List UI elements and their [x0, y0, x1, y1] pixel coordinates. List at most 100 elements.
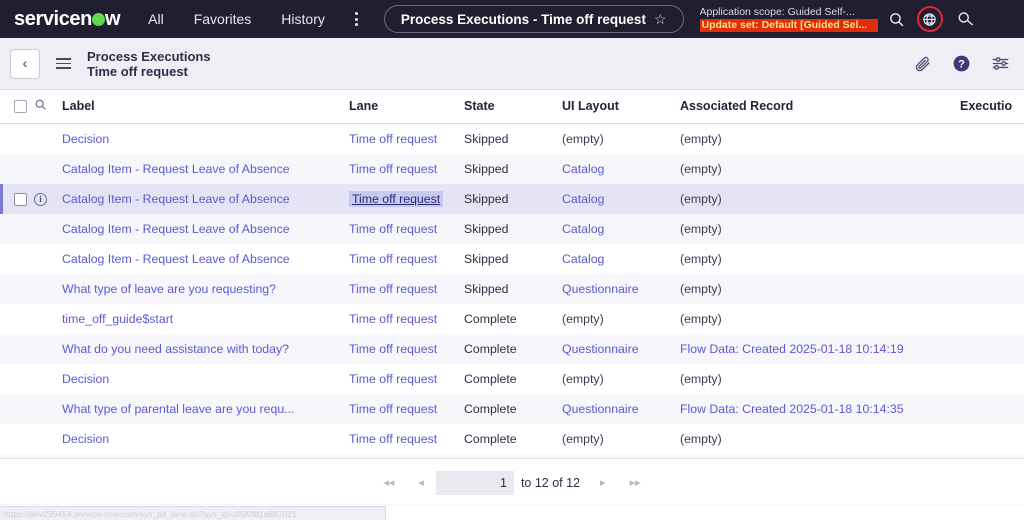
back-button[interactable]: ‹	[10, 48, 40, 79]
cell-lane-text[interactable]: Time off request	[349, 282, 437, 296]
table-row[interactable]: What type of parental leave are you requ…	[0, 394, 1024, 424]
row-select-cell[interactable]	[0, 334, 34, 364]
cell-label[interactable]: What do you need assistance with today?	[62, 334, 349, 364]
row-info-cell[interactable]	[34, 214, 62, 244]
previous-page-button[interactable]: ◂	[406, 476, 436, 489]
search-icon[interactable]	[34, 98, 47, 111]
cell-lane-text[interactable]: Time off request	[349, 372, 437, 386]
cell-lane[interactable]: Time off request	[349, 394, 464, 424]
cell-lane[interactable]: Time off request	[349, 334, 464, 364]
cell-label[interactable]: Catalog Item - Request Leave of Absence	[62, 184, 349, 214]
column-header-state[interactable]: State	[464, 90, 562, 124]
chat-icon[interactable]	[957, 10, 975, 28]
cell-lane-text[interactable]: Time off request	[349, 252, 437, 266]
nav-item-favorites[interactable]: Favorites	[194, 11, 252, 27]
cell-lane[interactable]: Time off request	[349, 304, 464, 334]
cell-label-text[interactable]: Decision	[62, 432, 109, 446]
row-info-cell[interactable]	[34, 424, 62, 454]
nav-item-all[interactable]: All	[148, 11, 164, 27]
table-row[interactable]: Decision Time off request Skipped (empty) (e…	[0, 123, 1024, 154]
row-select-cell[interactable]	[0, 304, 34, 334]
cell-associated-record[interactable]: (empty)	[680, 184, 960, 214]
cell-associated-record[interactable]: Flow Data: Created 2025-01-18 10:14:35	[680, 394, 960, 424]
cell-associated-record[interactable]: (empty)	[680, 364, 960, 394]
cell-ui-layout-text[interactable]: Catalog	[562, 222, 604, 236]
table-row[interactable]: Decision Time off request Complete (empty) (…	[0, 364, 1024, 394]
cell-lane[interactable]: Time off request	[349, 274, 464, 304]
cell-ui-layout[interactable]: Catalog	[562, 244, 680, 274]
table-row[interactable]: Decision Time off request Complete (empty) (…	[0, 424, 1024, 454]
last-page-button[interactable]: ▸▸	[618, 476, 653, 489]
row-info-cell[interactable]	[34, 244, 62, 274]
row-info-cell[interactable]	[34, 274, 62, 304]
cell-ui-layout[interactable]: (empty)	[562, 364, 680, 394]
row-info-cell[interactable]	[34, 334, 62, 364]
row-info-cell[interactable]	[34, 394, 62, 424]
cell-label[interactable]: time_off_guide$start	[62, 304, 349, 334]
row-checkbox[interactable]	[14, 192, 27, 206]
cell-ui-layout[interactable]: Catalog	[562, 184, 680, 214]
table-row[interactable]: Catalog Item - Request Leave of Absence T…	[0, 214, 1024, 244]
page-number-input[interactable]	[435, 470, 514, 495]
row-select-cell[interactable]	[0, 154, 34, 184]
row-info-cell[interactable]	[34, 304, 62, 334]
globe-icon[interactable]	[916, 6, 943, 32]
column-header-ui-layout[interactable]: UI Layout	[562, 90, 680, 124]
more-vertical-icon[interactable]	[354, 12, 358, 26]
cell-associated-record[interactable]: (empty)	[680, 154, 960, 184]
table-row[interactable]: time_off_guide$start Time off request Comp…	[0, 304, 1024, 334]
cell-lane-text[interactable]: Time off request	[349, 312, 437, 326]
cell-label[interactable]: What type of leave are you requesting?	[62, 274, 349, 304]
cell-lane-text[interactable]: Time off request	[349, 162, 437, 176]
cell-ui-layout-text[interactable]: Questionnaire	[562, 342, 639, 356]
column-header-execution[interactable]: Executio	[960, 90, 1024, 124]
page-title-pill[interactable]: Process Executions - Time off request ☆	[383, 5, 684, 33]
cell-associated-record[interactable]: (empty)	[680, 274, 960, 304]
row-select-cell[interactable]	[0, 274, 34, 304]
cell-label-text[interactable]: Decision	[62, 372, 109, 386]
cell-lane[interactable]: Time off request	[349, 214, 464, 244]
cell-lane-text[interactable]: Time off request	[349, 132, 437, 146]
row-select-cell[interactable]	[0, 214, 34, 244]
column-header-lane[interactable]: Lane	[349, 90, 464, 124]
table-row[interactable]: i Catalog Item - Request Leave of Absence…	[0, 184, 1024, 214]
row-select-cell[interactable]	[0, 123, 34, 154]
cell-associated-record[interactable]: (empty)	[680, 123, 960, 154]
application-scope-block[interactable]: Application scope: Guided Self-... Updat…	[699, 6, 878, 32]
row-select-cell[interactable]	[0, 364, 34, 394]
cell-ui-layout-text[interactable]: Catalog	[562, 192, 604, 206]
column-header-label[interactable]: Label	[62, 90, 349, 124]
cell-ui-layout-text[interactable]: Catalog	[562, 252, 604, 266]
cell-lane-text[interactable]: Time off request	[349, 342, 437, 356]
row-info-cell[interactable]: i	[34, 184, 62, 214]
cell-ui-layout-text[interactable]: Questionnaire	[562, 282, 639, 296]
cell-label[interactable]: Decision	[62, 364, 349, 394]
cell-associated-record-text[interactable]: Flow Data: Created 2025-01-18 10:14:35	[680, 402, 904, 416]
nav-item-history[interactable]: History	[281, 11, 325, 27]
cell-ui-layout-text[interactable]: Catalog	[562, 162, 604, 176]
favorite-star-icon[interactable]: ☆	[654, 11, 667, 28]
cell-ui-layout[interactable]: (empty)	[562, 424, 680, 454]
row-select-cell[interactable]	[0, 394, 34, 424]
cell-lane[interactable]: Time off request	[349, 244, 464, 274]
cell-label-text[interactable]: Catalog Item - Request Leave of Absence	[62, 192, 290, 206]
row-select-cell[interactable]	[0, 244, 34, 274]
cell-label[interactable]: Decision	[62, 424, 349, 454]
cell-label-text[interactable]: Decision	[62, 132, 109, 146]
first-page-button[interactable]: ◂◂	[371, 476, 406, 489]
info-icon[interactable]: i	[34, 192, 47, 206]
cell-ui-layout[interactable]: Catalog	[562, 154, 680, 184]
cell-lane[interactable]: Time off request	[349, 364, 464, 394]
search-icon[interactable]	[888, 11, 905, 28]
help-icon[interactable]: ?	[952, 54, 971, 73]
cell-label-text[interactable]: Catalog Item - Request Leave of Absence	[62, 252, 290, 266]
row-select-cell[interactable]	[0, 184, 34, 214]
cell-ui-layout[interactable]: Questionnaire	[562, 334, 680, 364]
servicenow-logo[interactable]: servicen w	[14, 8, 121, 31]
cell-label[interactable]: Catalog Item - Request Leave of Absence	[62, 214, 349, 244]
cell-label-text[interactable]: What do you need assistance with today?	[62, 342, 289, 356]
cell-lane-text[interactable]: Time off request	[349, 402, 437, 416]
personalize-icon[interactable]	[991, 54, 1010, 73]
cell-label[interactable]: What type of parental leave are you requ…	[62, 394, 349, 424]
cell-associated-record[interactable]: Flow Data: Created 2025-01-18 10:14:19	[680, 334, 960, 364]
